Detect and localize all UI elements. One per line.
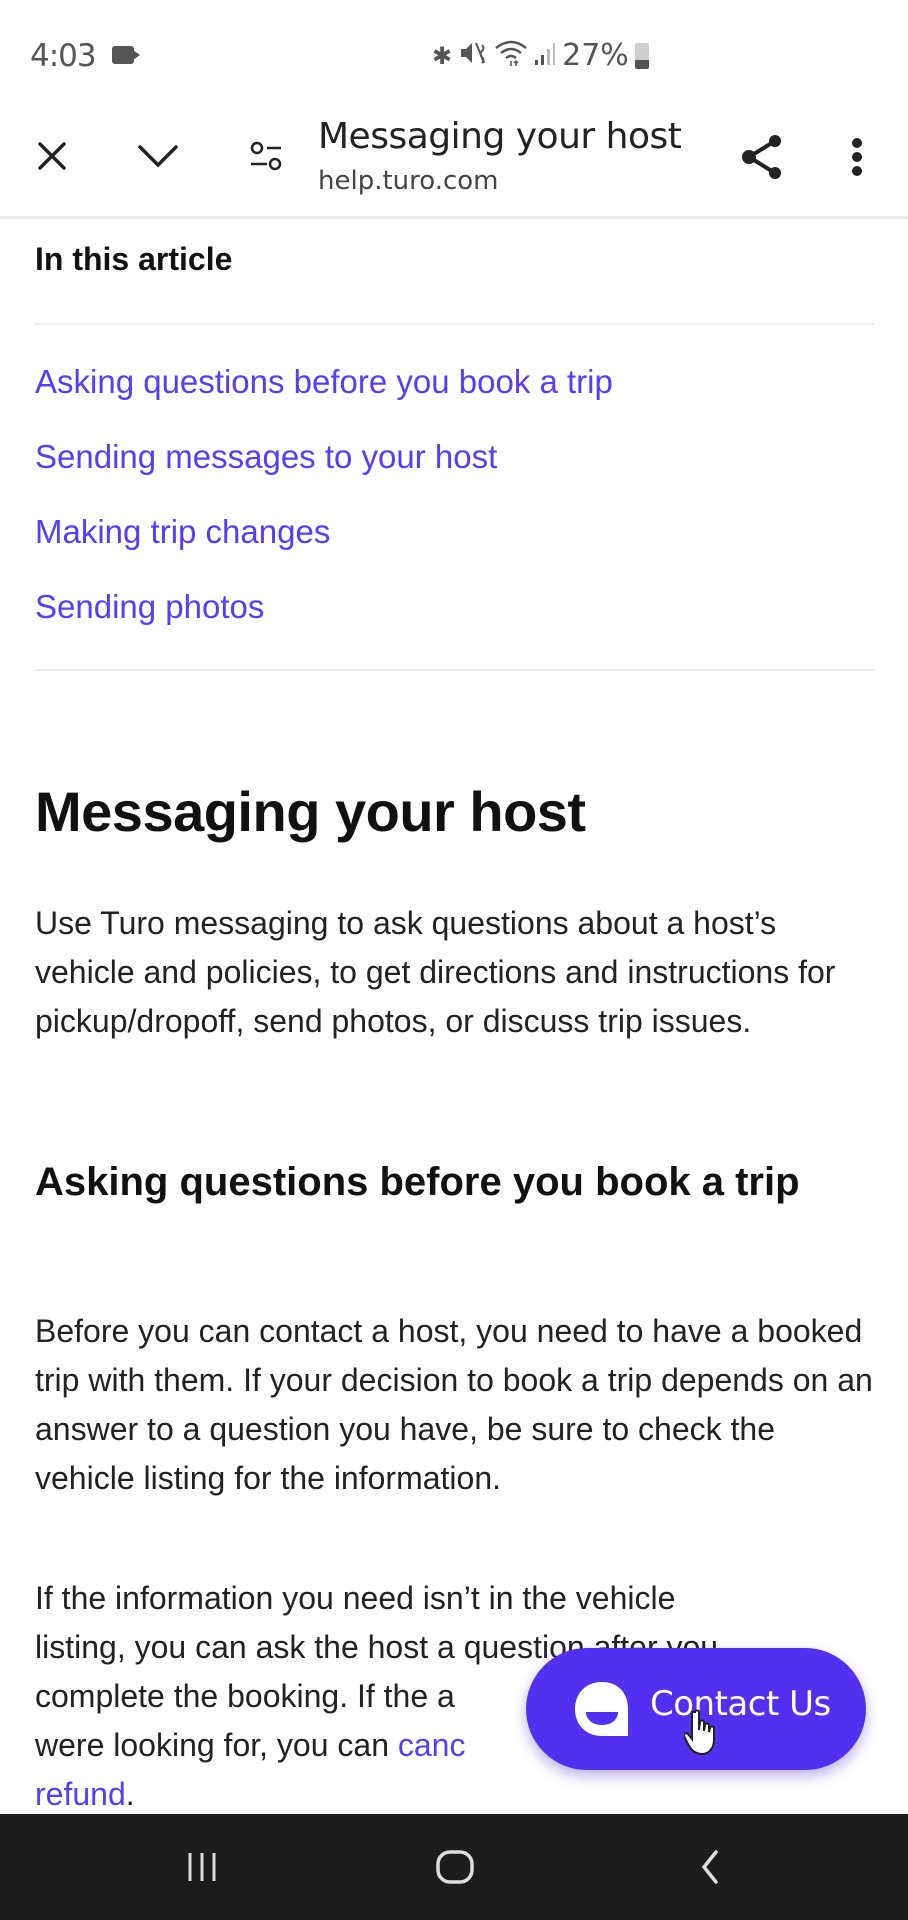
recent-apps-button[interactable] [172, 1842, 232, 1892]
section-paragraph-1: Before you can contact a host, you need … [35, 1313, 873, 1496]
toc-link-asking-questions[interactable]: Asking questions before you book a trip [35, 363, 613, 401]
browser-toolbar: Messaging your host help.turo.com [0, 110, 908, 219]
chat-bubble-icon [572, 1680, 632, 1740]
para2-period: . [125, 1776, 135, 1812]
status-bar: 4:03 ✱ 27% [0, 0, 908, 110]
article-title: Messaging your host [35, 780, 586, 843]
para2-line-4-text: were looking for, you can [35, 1727, 398, 1763]
contact-us-button[interactable]: Contact Us [526, 1648, 866, 1770]
share-icon[interactable] [736, 132, 790, 182]
vibrate-mute-icon [458, 40, 488, 72]
page-url: help.turo.com [318, 166, 499, 196]
chevron-down-icon[interactable] [134, 134, 182, 178]
toc-link-sending-messages[interactable]: Sending messages to your host [35, 438, 497, 476]
back-button[interactable] [680, 1842, 740, 1892]
battery-icon [634, 42, 649, 69]
wifi-icon [494, 39, 528, 73]
para2-line-5: refund. [35, 1770, 875, 1819]
hand-cursor-icon [682, 1708, 720, 1758]
page-title: Messaging your host [318, 116, 682, 157]
system-nav-bar [0, 1814, 908, 1920]
cancel-link[interactable]: canc [398, 1727, 466, 1763]
article-intro: Use Turo messaging to ask questions abou… [35, 905, 836, 1039]
toc-link-sending-photos[interactable]: Sending photos [35, 588, 264, 626]
refund-link[interactable]: refund [35, 1776, 126, 1812]
signal-icon [534, 40, 556, 72]
status-time: 4:03 [30, 38, 97, 74]
section-heading-asking-questions: Asking questions before you book a trip [35, 1160, 800, 1204]
toc-link-trip-changes[interactable]: Making trip changes [35, 513, 330, 551]
para2-line-1: If the information you need isn’t in the… [35, 1580, 676, 1616]
bluetooth-icon: ✱ [432, 41, 453, 70]
home-button[interactable] [425, 1842, 485, 1892]
status-icons: ✱ 27% [432, 38, 649, 73]
toc-heading: In this article [35, 241, 233, 277]
battery-percent: 27% [562, 38, 629, 73]
tune-icon[interactable] [246, 134, 286, 178]
contact-us-label: Contact Us [650, 1684, 831, 1724]
more-vert-icon[interactable] [842, 132, 872, 182]
toc-divider-bottom [35, 669, 875, 671]
toc-divider-top [35, 323, 875, 325]
screen-record-icon [112, 46, 140, 64]
close-icon[interactable] [30, 134, 74, 178]
